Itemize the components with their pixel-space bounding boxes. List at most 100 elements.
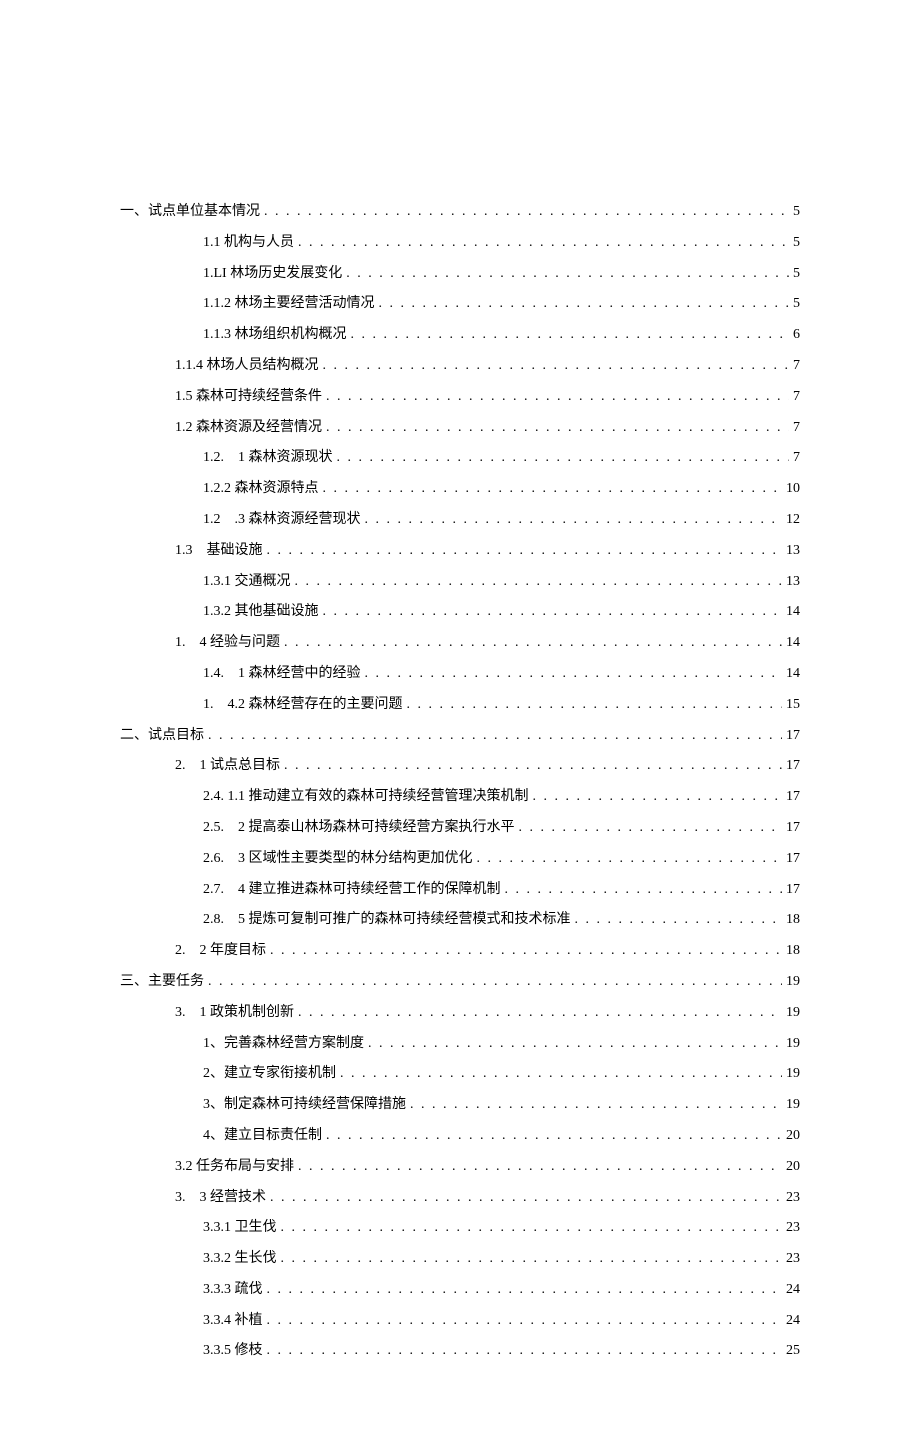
toc-page-number: 7 — [793, 446, 800, 470]
toc-label: 1.3.2 其他基础设施 — [203, 600, 319, 624]
toc-label: 2.8. 5 提炼可复制可推广的森林可持续经营模式和技术标准 — [203, 908, 571, 932]
toc-label: 1.LI 林场历史发展变化 — [203, 262, 342, 286]
toc-page-number: 17 — [786, 847, 800, 871]
toc-entry[interactable]: 3.3.1 卫生伐23 — [120, 1216, 800, 1240]
toc-entry[interactable]: 1.3.1 交通概况 13 — [120, 570, 800, 594]
toc-leader-dots — [351, 323, 790, 347]
toc-entry[interactable]: 3.2 任务布局与安排 20 — [120, 1155, 800, 1179]
toc-entry[interactable]: 3.3.3 疏伐24 — [120, 1278, 800, 1302]
toc-label: 3、制定森林可持续经营保障措施 — [203, 1093, 406, 1117]
toc-entry[interactable]: 一、试点单位基本情况 5 — [120, 200, 800, 224]
toc-page-number: 19 — [786, 970, 800, 994]
toc-page-number: 5 — [793, 262, 800, 286]
toc-label: 2.4. 1.1 推动建立有效的森林可持续经营管理决策机制 — [203, 785, 529, 809]
toc-entry[interactable]: 二、试点目标17 — [120, 724, 800, 748]
toc-leader-dots — [407, 693, 783, 717]
toc-label: 1.1.2 林场主要经营活动情况 — [203, 292, 375, 316]
toc-entry[interactable]: 2. 1 试点总目标17 — [120, 754, 800, 778]
toc-entry[interactable]: 2.5. 2 提高泰山林场森林可持续经营方案执行水平17 — [120, 816, 800, 840]
toc-label: 1.1.4 林场人员结构概况 — [175, 354, 319, 378]
toc-page-number: 19 — [786, 1001, 800, 1025]
toc-entry[interactable]: 3.3.5 修枝25 — [120, 1339, 800, 1363]
toc-page-number: 15 — [786, 693, 800, 717]
toc-entry[interactable]: 1.LI 林场历史发展变化 5 — [120, 262, 800, 286]
toc-entry[interactable]: 三、主要任务19 — [120, 970, 800, 994]
toc-leader-dots — [505, 878, 783, 902]
toc-entry[interactable]: 3、制定森林可持续经营保障措施 19 — [120, 1093, 800, 1117]
toc-page-number: 14 — [786, 662, 800, 686]
toc-entry[interactable]: 3.3.4 补植24 — [120, 1309, 800, 1333]
toc-leader-dots — [346, 262, 789, 286]
toc-entry[interactable]: 1.2 .3 森林资源经营现状12 — [120, 508, 800, 532]
toc-leader-dots — [270, 1186, 782, 1210]
toc-page-number: 23 — [786, 1247, 800, 1271]
toc-entry[interactable]: 1. 4.2 森林经营存在的主要问题 15 — [120, 693, 800, 717]
toc-entry[interactable]: 1.5 森林可持续经营条件7 — [120, 385, 800, 409]
toc-entry[interactable]: 3. 1 政策机制创新19 — [120, 1001, 800, 1025]
toc-entry[interactable]: 1.1.4 林场人员结构概况 7 — [120, 354, 800, 378]
toc-leader-dots — [337, 446, 790, 470]
toc-entry[interactable]: 1.4. 1 森林经营中的经验14 — [120, 662, 800, 686]
toc-page-number: 14 — [786, 600, 800, 624]
toc-entry[interactable]: 2.8. 5 提炼可复制可推广的森林可持续经营模式和技术标准18 — [120, 908, 800, 932]
toc-entry[interactable]: 1. 4 经验与问题14 — [120, 631, 800, 655]
toc-entry[interactable]: 2.6. 3 区域性主要类型的林分结构更加优化17 — [120, 847, 800, 871]
toc-page-number: 7 — [793, 354, 800, 378]
toc-entry[interactable]: 3.3.2 生长伐 23 — [120, 1247, 800, 1271]
toc-label: 二、试点目标 — [120, 724, 204, 748]
toc-entry[interactable]: 1.1.2 林场主要经营活动情况 5 — [120, 292, 800, 316]
toc-page-number: 6 — [793, 323, 800, 347]
toc-page-number: 7 — [793, 385, 800, 409]
toc-page-number: 24 — [786, 1309, 800, 1333]
toc-leader-dots — [326, 416, 789, 440]
toc-label: 1、完善森林经营方案制度 — [203, 1032, 364, 1056]
toc-page-number: 5 — [793, 292, 800, 316]
toc-page-number: 20 — [786, 1155, 800, 1179]
toc-leader-dots — [208, 970, 782, 994]
toc-label: 1.3.1 交通概况 — [203, 570, 291, 594]
toc-label: 3.2 任务布局与安排 — [175, 1155, 294, 1179]
toc-page: 一、试点单位基本情况51.1 机构与人员51.LI 林场历史发展变化51.1.2… — [0, 0, 920, 1430]
toc-page-number: 5 — [793, 231, 800, 255]
toc-leader-dots — [365, 662, 783, 686]
toc-label: 4、建立目标责任制 — [203, 1124, 322, 1148]
toc-leader-dots — [267, 1278, 783, 1302]
toc-page-number: 19 — [786, 1093, 800, 1117]
toc-label: 1.1 机构与人员 — [203, 231, 294, 255]
toc-leader-dots — [284, 754, 782, 778]
toc-leader-dots — [267, 1339, 783, 1363]
toc-label: 3.3.1 卫生伐 — [203, 1216, 277, 1240]
toc-entry[interactable]: 2. 2 年度目标18 — [120, 939, 800, 963]
toc-entry[interactable]: 1.2.2 森林资源特点10 — [120, 477, 800, 501]
toc-page-number: 17 — [786, 754, 800, 778]
toc-entry[interactable]: 3. 3 经营技术23 — [120, 1186, 800, 1210]
toc-page-number: 19 — [786, 1062, 800, 1086]
toc-leader-dots — [323, 477, 783, 501]
toc-entry[interactable]: 1、完善森林经营方案制度19 — [120, 1032, 800, 1056]
toc-page-number: 5 — [793, 200, 800, 224]
toc-page-number: 25 — [786, 1339, 800, 1363]
toc-entry[interactable]: 4、建立目标责任制20 — [120, 1124, 800, 1148]
toc-page-number: 13 — [786, 570, 800, 594]
toc-entry[interactable]: 2.4. 1.1 推动建立有效的森林可持续经营管理决策机制17 — [120, 785, 800, 809]
toc-entry[interactable]: 1.1.3 林场组织机构概况 6 — [120, 323, 800, 347]
toc-entry[interactable]: 1.3.2 其他基础设施 14 — [120, 600, 800, 624]
toc-leader-dots — [323, 600, 783, 624]
toc-entry[interactable]: 1.1 机构与人员 5 — [120, 231, 800, 255]
toc-leader-dots — [295, 570, 783, 594]
toc-leader-dots — [281, 1247, 783, 1271]
toc-entry[interactable]: 1.2. 1 森林资源现状7 — [120, 446, 800, 470]
toc-page-number: 17 — [786, 816, 800, 840]
toc-label: 一、试点单位基本情况 — [120, 200, 260, 224]
toc-entry[interactable]: 1.3 基础设施13 — [120, 539, 800, 563]
toc-label: 3.3.2 生长伐 — [203, 1247, 277, 1271]
toc-entry[interactable]: 2、建立专家衔接机制19 — [120, 1062, 800, 1086]
toc-leader-dots — [365, 508, 783, 532]
toc-label: 1. 4.2 森林经营存在的主要问题 — [203, 693, 403, 717]
toc-entry[interactable]: 2.7. 4 建立推进森林可持续经营工作的保障机制17 — [120, 878, 800, 902]
toc-leader-dots — [267, 1309, 783, 1333]
toc-page-number: 12 — [786, 508, 800, 532]
toc-label: 1. 4 经验与问题 — [175, 631, 280, 655]
toc-label: 1.1.3 林场组织机构概况 — [203, 323, 347, 347]
toc-entry[interactable]: 1.2 森林资源及经营情况7 — [120, 416, 800, 440]
